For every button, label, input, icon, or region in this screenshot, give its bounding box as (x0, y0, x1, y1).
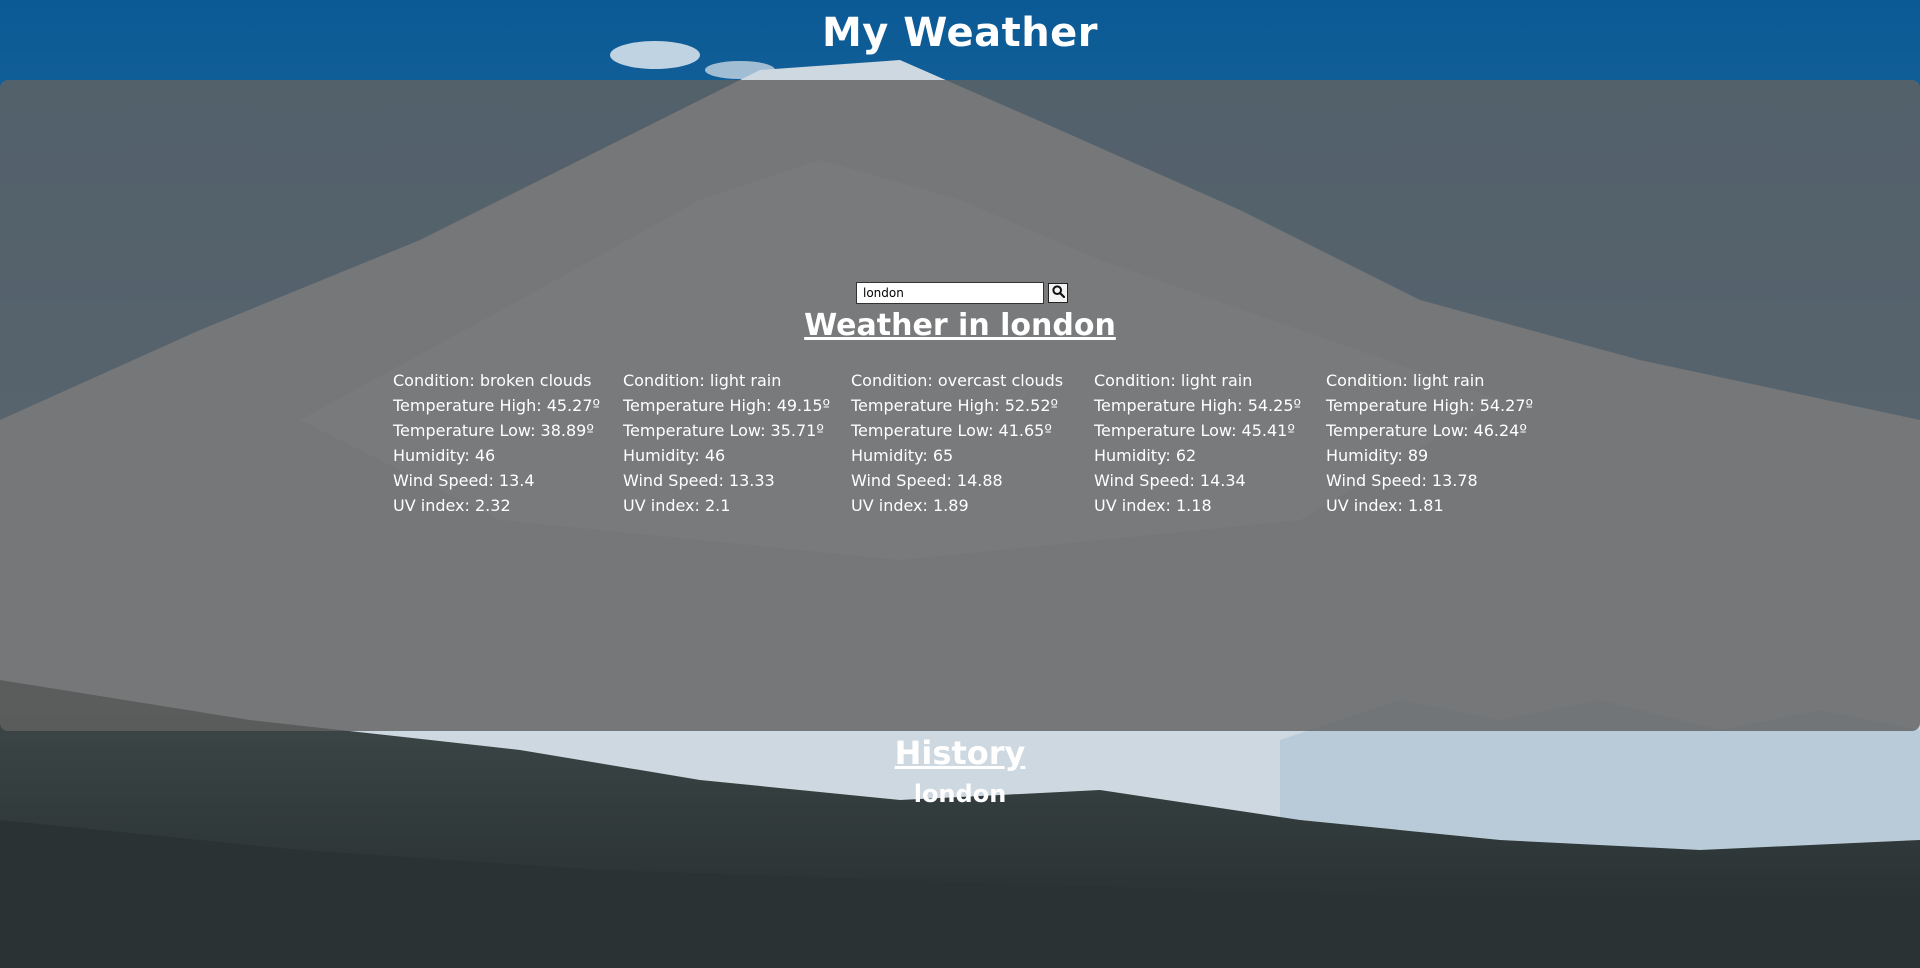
temp-low-text: Temperature Low: 41.65º (851, 421, 1052, 440)
search-button[interactable] (1048, 283, 1068, 303)
condition-text: Condition: broken clouds (393, 371, 592, 390)
condition-text: Condition: light rain (1326, 371, 1485, 390)
humidity-text: Humidity: 46 (623, 446, 726, 465)
wind-speed-text: Wind Speed: 13.4 (393, 471, 535, 490)
humidity-text: Humidity: 46 (393, 446, 496, 465)
uv-index-text: UV index: 1.18 (1094, 496, 1212, 515)
condition-text: Condition: light rain (623, 371, 782, 390)
forecast-day-card: Condition: overcast clouds Temperature H… (851, 368, 1063, 518)
uv-index-text: UV index: 1.89 (851, 496, 969, 515)
temp-low-text: Temperature Low: 46.24º (1326, 421, 1527, 440)
history-item-london[interactable]: london (0, 780, 1920, 808)
uv-index-text: UV index: 2.32 (393, 496, 511, 515)
humidity-text: Humidity: 65 (851, 446, 954, 465)
search-icon (1051, 285, 1065, 301)
temp-high-text: Temperature High: 52.52º (851, 396, 1059, 415)
temp-low-text: Temperature Low: 45.41º (1094, 421, 1295, 440)
temp-low-text: Temperature Low: 35.71º (623, 421, 824, 440)
search-input[interactable] (856, 282, 1044, 304)
temp-high-text: Temperature High: 45.27º (393, 396, 601, 415)
forecast-day-card: Condition: broken clouds Temperature Hig… (393, 368, 600, 518)
wind-speed-text: Wind Speed: 13.33 (623, 471, 775, 490)
temp-high-text: Temperature High: 49.15º (623, 396, 831, 415)
forecast-day-card: Condition: light rain Temperature High: … (1326, 368, 1533, 518)
forecast-day-card: Condition: light rain Temperature High: … (1094, 368, 1301, 518)
weather-heading: Weather in london (804, 308, 1116, 343)
humidity-text: Humidity: 62 (1094, 446, 1197, 465)
temp-high-text: Temperature High: 54.25º (1094, 396, 1302, 415)
condition-text: Condition: overcast clouds (851, 371, 1064, 390)
humidity-text: Humidity: 89 (1326, 446, 1429, 465)
uv-index-text: UV index: 2.1 (623, 496, 731, 515)
wind-speed-text: Wind Speed: 14.88 (851, 471, 1003, 490)
temp-high-text: Temperature High: 54.27º (1326, 396, 1534, 415)
forecast-day-card: Condition: light rain Temperature High: … (623, 368, 830, 518)
wind-speed-text: Wind Speed: 14.34 (1094, 471, 1246, 490)
uv-index-text: UV index: 1.81 (1326, 496, 1444, 515)
history-heading: History (894, 734, 1026, 772)
wind-speed-text: Wind Speed: 13.78 (1326, 471, 1478, 490)
page-title: My Weather (821, 10, 1099, 56)
temp-low-text: Temperature Low: 38.89º (393, 421, 594, 440)
condition-text: Condition: light rain (1094, 371, 1253, 390)
search-bar (856, 282, 1068, 304)
